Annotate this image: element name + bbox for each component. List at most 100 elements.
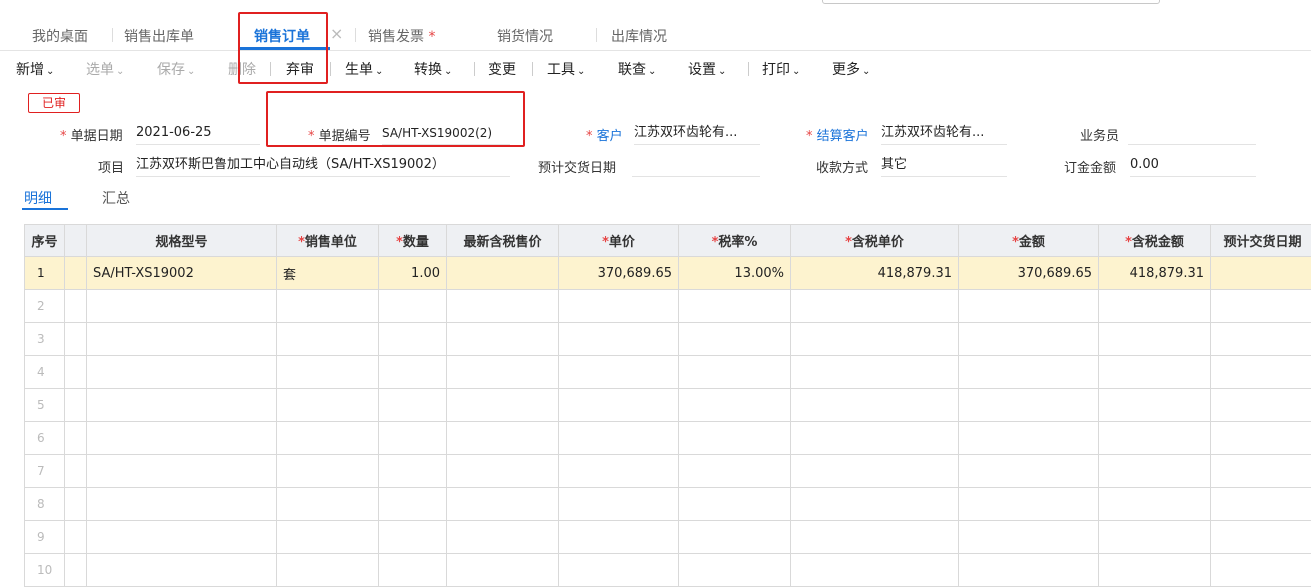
table-row[interactable]: 1 SA/HT-XS19002 套 1.00 370,689.65 13.00%…: [25, 257, 1311, 290]
salesman-field[interactable]: [1128, 124, 1256, 145]
grid-cell[interactable]: [559, 323, 679, 356]
grid-cell[interactable]: [277, 323, 379, 356]
col-header-tax-price[interactable]: *含税单价: [791, 225, 959, 257]
col-header-price[interactable]: *单价: [559, 225, 679, 257]
row-check-cell[interactable]: [65, 356, 87, 389]
grid-cell[interactable]: [1211, 422, 1311, 455]
grid-cell[interactable]: [379, 290, 447, 323]
grid-cell[interactable]: [959, 488, 1099, 521]
grid-cell[interactable]: [87, 389, 277, 422]
grid-cell[interactable]: [87, 323, 277, 356]
grid-cell[interactable]: [1099, 488, 1211, 521]
col-header-unit[interactable]: *销售单位: [277, 225, 379, 257]
grid-cell[interactable]: [559, 488, 679, 521]
grid-cell[interactable]: [679, 455, 791, 488]
grid-cell[interactable]: [447, 389, 559, 422]
row-check-cell[interactable]: [65, 521, 87, 554]
grid-cell[interactable]: [679, 554, 791, 587]
grid-cell[interactable]: [679, 422, 791, 455]
grid-cell[interactable]: [1211, 488, 1311, 521]
grid-cell[interactable]: [791, 422, 959, 455]
grid-cell[interactable]: [791, 356, 959, 389]
grid-cell[interactable]: [277, 455, 379, 488]
cell-spec[interactable]: SA/HT-XS19002: [87, 257, 277, 290]
grid-cell[interactable]: [559, 422, 679, 455]
grid-cell[interactable]: [87, 488, 277, 521]
global-search-input[interactable]: [822, 0, 1160, 4]
row-check-cell[interactable]: [65, 422, 87, 455]
table-row[interactable]: 10: [25, 554, 1311, 587]
grid-cell[interactable]: [679, 389, 791, 422]
cell-delivery-date[interactable]: [1211, 257, 1311, 290]
grid-cell[interactable]: [379, 488, 447, 521]
grid-cell[interactable]: [679, 488, 791, 521]
grid-cell[interactable]: [379, 521, 447, 554]
tab-sales-status[interactable]: 销货情况: [497, 26, 553, 46]
grid-cell[interactable]: [277, 290, 379, 323]
grid-cell[interactable]: [679, 290, 791, 323]
col-header-amount[interactable]: *金额: [959, 225, 1099, 257]
col-header-check[interactable]: [65, 225, 87, 257]
table-row[interactable]: 2: [25, 290, 1311, 323]
convert-button[interactable]: 转换⌄: [414, 59, 452, 79]
date-field[interactable]: 2021-06-25: [136, 124, 260, 145]
grid-cell[interactable]: [791, 455, 959, 488]
grid-cell[interactable]: [559, 290, 679, 323]
grid-cell[interactable]: [447, 488, 559, 521]
grid-cell[interactable]: [87, 422, 277, 455]
grid-cell[interactable]: [379, 455, 447, 488]
grid-cell[interactable]: [277, 521, 379, 554]
grid-cell[interactable]: [1099, 422, 1211, 455]
grid-cell[interactable]: [791, 554, 959, 587]
grid-cell[interactable]: [87, 554, 277, 587]
grid-cell[interactable]: [559, 356, 679, 389]
grid-cell[interactable]: [1099, 356, 1211, 389]
grid-cell[interactable]: [1211, 323, 1311, 356]
grid-cell[interactable]: [1211, 389, 1311, 422]
grid-cell[interactable]: [959, 554, 1099, 587]
code-field[interactable]: SA/HT-XS19002(2): [382, 124, 510, 145]
tab-sales-outbound[interactable]: 销售出库单: [124, 26, 194, 46]
grid-cell[interactable]: [87, 356, 277, 389]
project-field[interactable]: 江苏双环斯巴鲁加工中心自动线（SA/HT-XS19002）: [136, 156, 510, 177]
grid-cell[interactable]: [959, 356, 1099, 389]
more-button[interactable]: 更多⌄: [832, 59, 870, 79]
table-row[interactable]: 8: [25, 488, 1311, 521]
grid-cell[interactable]: [959, 521, 1099, 554]
grid-cell[interactable]: [1099, 290, 1211, 323]
grid-cell[interactable]: [447, 422, 559, 455]
grid-cell[interactable]: [959, 455, 1099, 488]
grid-cell[interactable]: [1099, 389, 1211, 422]
grid-cell[interactable]: [1211, 521, 1311, 554]
payment-method-field[interactable]: 其它: [881, 156, 1007, 177]
grid-cell[interactable]: [1211, 554, 1311, 587]
cell-qty[interactable]: 1.00: [379, 257, 447, 290]
col-header-delivery-date[interactable]: 预计交货日期: [1211, 225, 1311, 257]
grid-cell[interactable]: [447, 290, 559, 323]
save-button[interactable]: 保存⌄: [157, 59, 195, 79]
grid-cell[interactable]: [559, 554, 679, 587]
grid-cell[interactable]: [791, 389, 959, 422]
grid-cell[interactable]: [679, 356, 791, 389]
close-tab-icon[interactable]: ×: [330, 24, 343, 43]
select-source-button[interactable]: 选单⌄: [86, 59, 124, 79]
grid-cell[interactable]: [447, 356, 559, 389]
grid-cell[interactable]: [959, 422, 1099, 455]
col-header-tax-rate[interactable]: *税率%: [679, 225, 791, 257]
cell-amount[interactable]: 370,689.65: [959, 257, 1099, 290]
grid-cell[interactable]: [1099, 455, 1211, 488]
col-header-qty[interactable]: *数量: [379, 225, 447, 257]
col-header-tax-amount[interactable]: *含税金额: [1099, 225, 1211, 257]
customer-field[interactable]: 江苏双环齿轮有...: [634, 124, 760, 145]
grid-cell[interactable]: [379, 356, 447, 389]
row-check-cell[interactable]: [65, 290, 87, 323]
col-header-spec[interactable]: 规格型号: [87, 225, 277, 257]
grid-cell[interactable]: [379, 554, 447, 587]
row-check-cell[interactable]: [65, 488, 87, 521]
table-row[interactable]: 6: [25, 422, 1311, 455]
grid-cell[interactable]: [379, 422, 447, 455]
grid-cell[interactable]: [447, 323, 559, 356]
deposit-field[interactable]: 0.00: [1130, 156, 1256, 177]
cell-tax-price[interactable]: 418,879.31: [791, 257, 959, 290]
cell-tax-amount[interactable]: 418,879.31: [1099, 257, 1211, 290]
